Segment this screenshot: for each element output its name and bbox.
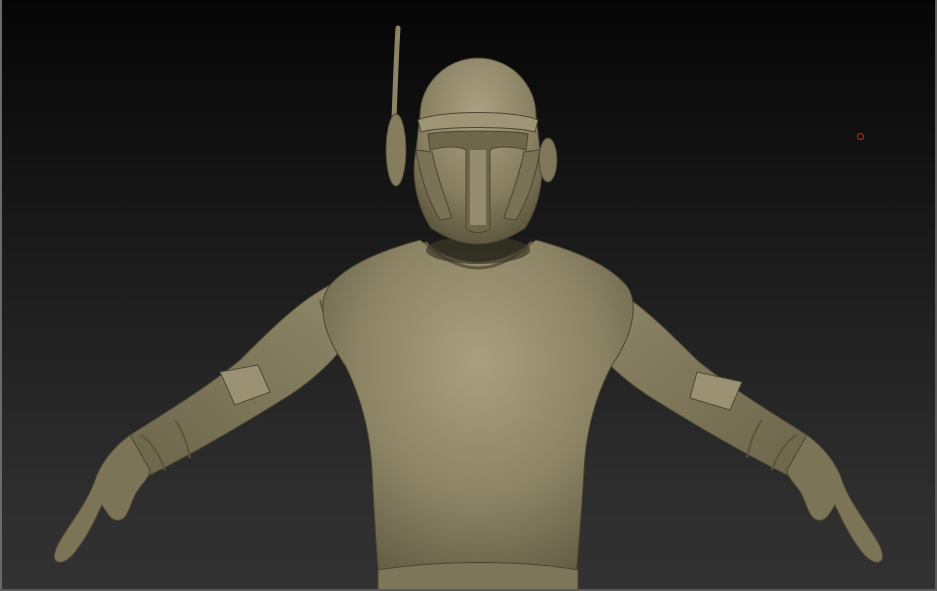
brush-cursor-icon [857,133,864,140]
sculpt-model[interactable] [0,0,937,591]
3d-viewport[interactable] [0,0,937,591]
helmet [385,25,558,245]
torso [322,239,634,591]
viewport-border-left [0,0,2,591]
left-arm [53,284,353,563]
